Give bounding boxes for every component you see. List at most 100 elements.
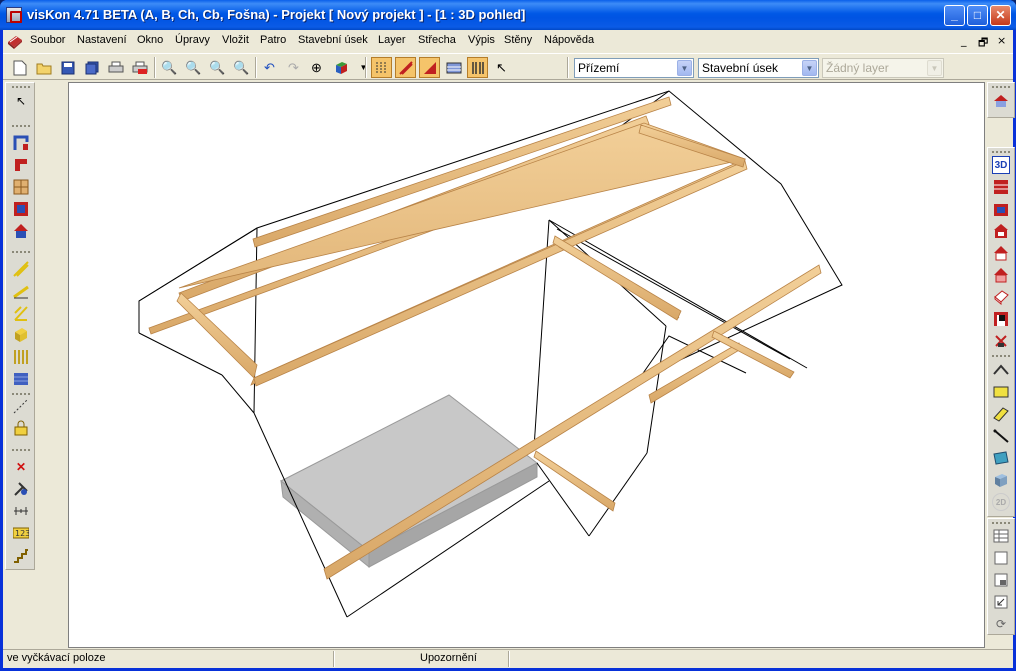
stairs-icon[interactable] [12, 546, 30, 564]
box-outline-icon[interactable] [992, 288, 1010, 306]
blank-icon[interactable] [992, 549, 1010, 567]
warning-text: Upozornění [420, 652, 477, 664]
curve-icon[interactable] [992, 361, 1010, 379]
3d-viewport[interactable] [68, 82, 985, 648]
delete-x-icon[interactable]: ✕ [12, 458, 30, 476]
numbering-icon[interactable]: 123 [12, 524, 30, 542]
wall-l-icon[interactable] [12, 156, 30, 174]
rect-yellow-icon[interactable] [992, 383, 1010, 401]
dashed-line-icon[interactable] [12, 397, 30, 415]
mdi-restore-button[interactable]: 🗗 [978, 34, 988, 53]
redo-icon[interactable]: ↷ [283, 57, 304, 78]
panel-icon[interactable] [992, 449, 1010, 467]
menu-stavebni-usek[interactable]: Stavební úsek [298, 34, 368, 46]
table-icon[interactable] [992, 527, 1010, 545]
lock-icon[interactable] [12, 419, 30, 437]
3d-scene[interactable] [69, 83, 986, 649]
menu-strecha[interactable]: Střecha [418, 34, 456, 46]
measure-icon[interactable] [12, 502, 30, 520]
rafter-icon[interactable] [395, 57, 416, 78]
house-red-icon[interactable] [992, 244, 1010, 262]
title-bar[interactable]: visKon 4.71 BETA (A, B, Ch, Cb, Fošna) -… [0, 0, 1016, 30]
menu-layer[interactable]: Layer [378, 34, 406, 46]
window-title: visKon 4.71 BETA (A, B, Ch, Cb, Fošna) -… [27, 7, 526, 22]
pointer-icon[interactable]: ↖ [491, 57, 512, 78]
columns-icon[interactable] [467, 57, 488, 78]
section-select[interactable]: Stavební úsek ▼ [698, 58, 819, 78]
mdi-close-button[interactable]: × [997, 34, 1006, 47]
layer-select-value: Žádný layer [826, 61, 889, 75]
menu-napoveda[interactable]: Nápověda [544, 34, 594, 46]
zoom-in-icon[interactable]: 🔍 [159, 57, 180, 78]
door-icon[interactable] [12, 200, 30, 218]
3d-box-icon[interactable] [330, 57, 351, 78]
app-icon[interactable] [6, 7, 22, 23]
refresh-icon[interactable]: ⟳ [992, 615, 1010, 633]
hatch-icon[interactable] [443, 57, 464, 78]
beam [533, 450, 616, 512]
zoom-out-icon[interactable]: 🔍 [183, 57, 204, 78]
house-outline-icon[interactable] [992, 266, 1010, 284]
beam [648, 342, 742, 404]
minimize-button[interactable]: _ [944, 5, 965, 26]
print-icon[interactable] [105, 57, 126, 78]
chevron-down-icon[interactable]: ▼ [677, 60, 692, 76]
new-icon[interactable] [9, 57, 30, 78]
tool-icon[interactable] [992, 332, 1010, 350]
window-icon[interactable] [12, 178, 30, 196]
rafter-icon[interactable] [12, 282, 30, 300]
close-button[interactable]: ✕ [990, 5, 1011, 26]
right-toolbar-views: 3D 2D [987, 147, 1015, 517]
crosshair-icon[interactable]: ⊕ [306, 57, 327, 78]
house-view-icon[interactable] [992, 92, 1010, 110]
save-all-icon[interactable] [81, 57, 102, 78]
house-icon[interactable] [12, 222, 30, 240]
3d-view-icon[interactable]: 3D [992, 156, 1010, 174]
menu-upravy[interactable]: Úpravy [175, 34, 210, 46]
menu-nastaveni[interactable]: Nastavení [77, 34, 127, 46]
elevation-icon[interactable] [992, 310, 1010, 328]
chevron-down-icon[interactable]: ▼ [802, 60, 817, 76]
document-icon[interactable] [7, 33, 23, 49]
save-icon[interactable] [57, 57, 78, 78]
section-icon[interactable] [992, 222, 1010, 240]
tools-icon[interactable] [12, 480, 30, 498]
floor-plan-icon[interactable] [992, 178, 1010, 196]
zoom-window-icon[interactable]: 🔍 [207, 57, 228, 78]
chevron-down-icon: ▼ [927, 60, 942, 76]
app-window: visKon 4.71 BETA (A, B, Ch, Cb, Fošna) -… [0, 0, 1016, 671]
select-arrow-icon[interactable]: ↖ [12, 92, 30, 110]
cube-icon[interactable] [992, 471, 1010, 489]
columns-icon[interactable] [12, 348, 30, 366]
mdi-minimize-button[interactable]: _ [961, 34, 967, 47]
resize-icon[interactable] [992, 593, 1010, 611]
undo-icon[interactable]: ↶ [259, 57, 280, 78]
print-pdf-icon[interactable] [129, 57, 150, 78]
beam-grid-icon[interactable] [371, 57, 392, 78]
floor-select[interactable]: Přízemí ▼ [574, 58, 694, 78]
2d-icon[interactable]: 2D [992, 493, 1010, 511]
menu-okno[interactable]: Okno [137, 34, 163, 46]
fill-icon[interactable] [12, 370, 30, 388]
menu-bar: Soubor Nastavení Okno Úpravy Vložit Patr… [3, 30, 1013, 52]
status-bar: ve vyčkávací poloze Upozornění [3, 649, 1013, 668]
box-beam-icon[interactable] [12, 326, 30, 344]
right-toolbar-window: ⟳ [987, 518, 1015, 635]
menu-vlozit[interactable]: Vložit [222, 34, 249, 46]
roof-plan-icon[interactable] [992, 200, 1010, 218]
truss-icon[interactable] [12, 304, 30, 322]
prism-icon[interactable] [992, 405, 1010, 423]
beam [178, 122, 747, 386]
menu-patro[interactable]: Patro [260, 34, 286, 46]
menu-vypis[interactable]: Výpis [468, 34, 495, 46]
line-icon[interactable] [992, 427, 1010, 445]
menu-soubor[interactable]: Soubor [30, 34, 65, 46]
zoom-fit-icon[interactable]: 🔍 [231, 57, 252, 78]
beam-diagonal-icon[interactable] [12, 260, 30, 278]
menu-steny[interactable]: Stěny [504, 34, 532, 46]
wall-corner-icon[interactable] [12, 134, 30, 152]
window-small-icon[interactable] [992, 571, 1010, 589]
open-icon[interactable] [33, 57, 54, 78]
maximize-button[interactable]: □ [967, 5, 988, 26]
roof-icon[interactable] [419, 57, 440, 78]
